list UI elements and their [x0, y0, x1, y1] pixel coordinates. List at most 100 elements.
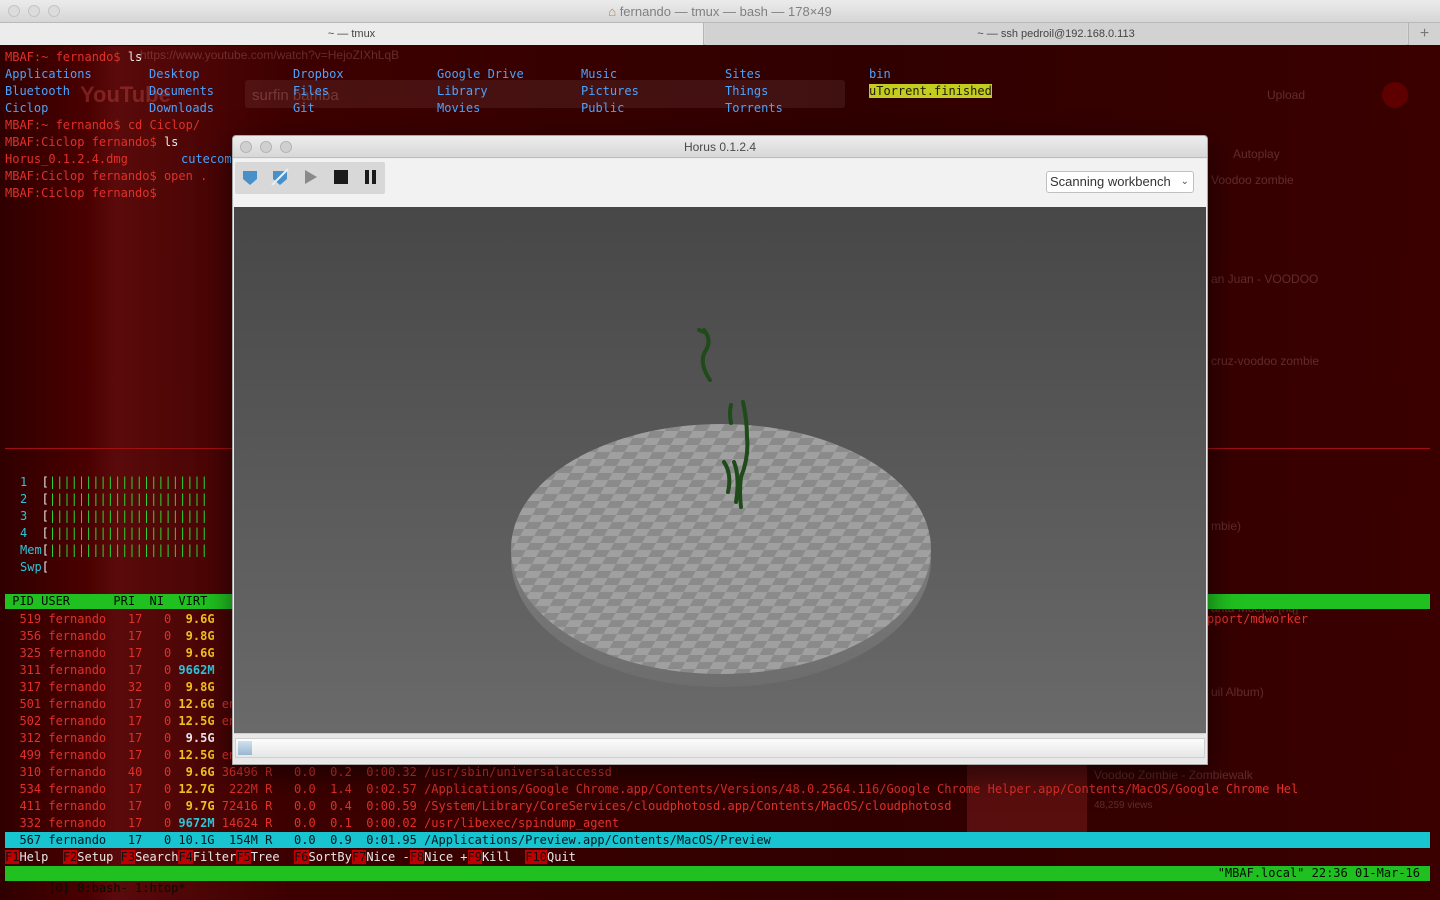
pause-icon — [365, 170, 376, 184]
workbench-value: Scanning workbench — [1050, 174, 1171, 189]
cpu-meter-4: 4 [|||||||||||||||||||||| — [20, 526, 208, 540]
ls-col-5: Music Pictures Public — [581, 67, 639, 115]
fkey-label: Kill — [481, 850, 526, 864]
shell-prompt: MBAF:~ fernando$ — [5, 50, 128, 64]
progress-bar — [235, 738, 1205, 758]
scene-viewport[interactable] — [234, 207, 1206, 733]
ls-col-1: Applications Bluetooth Ciclop — [5, 67, 92, 115]
horus-close-button[interactable] — [240, 141, 252, 153]
ghost-side-3: cruz-voodoo zombie — [1211, 354, 1320, 368]
zoom-button[interactable] — [48, 5, 60, 17]
shell-cmd: ls — [127, 50, 143, 64]
process-row[interactable]: 311 fernando 17 0 9662M — [5, 662, 222, 679]
connect-button[interactable] — [235, 163, 265, 191]
ls-col-2: Desktop Documents Downloads — [149, 67, 215, 115]
horus-minimize-button[interactable] — [260, 141, 272, 153]
ghost-side-1: Voodoo zombie — [1211, 173, 1294, 187]
fkey-f1[interactable]: F1 — [5, 850, 20, 864]
ghost-autoplay: Autoplay — [1233, 147, 1280, 161]
horus-title: Horus 0.1.2.4 — [683, 140, 757, 154]
ls-col-3: Dropbox Files Git — [293, 67, 344, 115]
process-row[interactable]: 317 fernando 32 0 9.8G — [5, 679, 222, 696]
shell-prompt: MBAF:Ciclop fernando$ — [5, 135, 164, 149]
process-cmd-fragment: pport/mdworker — [1207, 612, 1309, 626]
shell-cmd: ls — [163, 135, 179, 149]
terminal-titlebar: ⌂ fernando — tmux — bash — 178×49 — [0, 0, 1440, 23]
pause-button[interactable] — [355, 163, 385, 191]
swap-meter: Swp[ — [20, 560, 49, 574]
stop-button[interactable] — [325, 163, 355, 191]
play-button[interactable] — [295, 163, 325, 191]
process-row[interactable]: 356 fernando 17 0 9.8G — [5, 628, 222, 645]
fkey-label: Help — [19, 850, 63, 864]
ghost-upload: Upload — [1267, 88, 1306, 102]
process-row[interactable]: 519 fernando 17 0 9.6G — [5, 611, 222, 628]
shell-cmd: open . — [163, 169, 208, 183]
fkey-f9[interactable]: F9 — [467, 850, 482, 864]
play-icon — [305, 170, 317, 184]
disconnect-button[interactable] — [265, 163, 295, 191]
fkey-label: Search — [135, 850, 179, 864]
workbench-select[interactable]: Scanning workbench ⌄ — [1046, 171, 1194, 193]
fkey-label: Nice + — [424, 850, 468, 864]
disconnect-icon — [271, 168, 289, 186]
fkey-f8[interactable]: F8 — [409, 850, 425, 864]
fkey-f4[interactable]: F4 — [178, 850, 193, 864]
fkey-label: Setup — [77, 850, 121, 864]
fkey-f2[interactable]: F2 — [62, 850, 78, 864]
horus-zoom-button[interactable] — [280, 141, 292, 153]
ghost-side-6: uil Album) — [1211, 685, 1264, 699]
fkey-label: Nice - — [366, 850, 410, 864]
ls-ciclop-dir: cutecom — [181, 152, 232, 166]
ghost-side-2: an Juan - VOODOO — [1211, 272, 1319, 286]
cpu-meter-2: 2 [|||||||||||||||||||||| — [20, 492, 208, 506]
process-row[interactable]: 310 fernando 40 0 9.6G 36496 R 0.0 0.2 0… — [5, 764, 611, 781]
shell-prompt: MBAF:Ciclop fernando$ — [5, 186, 164, 200]
stop-icon — [334, 170, 348, 184]
cpu-meter-3: 3 [|||||||||||||||||||||| — [20, 509, 208, 523]
platform-surface — [511, 424, 931, 674]
fkey-label: Quit — [547, 850, 576, 864]
window-title: fernando — tmux — bash — 178×49 — [619, 4, 832, 19]
horus-statusbar — [234, 733, 1206, 763]
home-icon: ⌂ — [608, 4, 617, 19]
chevron-down-icon: ⌄ — [1180, 176, 1189, 187]
fkey-f6[interactable]: F6 — [294, 850, 309, 864]
tab-tmux[interactable]: ~ — tmux — [0, 23, 704, 45]
progress-fill — [238, 741, 252, 755]
tmux-windows[interactable]: [0] 0:bash- 1:htop* — [48, 881, 185, 895]
minimize-button[interactable] — [28, 5, 40, 17]
fkey-label: SortBy — [308, 850, 352, 864]
fkey-label: Tree — [250, 850, 295, 864]
process-row[interactable]: 325 fernando 17 0 9.6G — [5, 645, 222, 662]
horus-window: Horus 0.1.2.4 Scanning workbench ⌄ — [232, 135, 1208, 765]
new-tab-button[interactable]: + — [1408, 23, 1440, 45]
process-row[interactable]: 312 fernando 17 0 9.5G — [5, 730, 222, 747]
cpu-meter-1: 1 [|||||||||||||||||||||| — [20, 475, 208, 489]
fkey-f7[interactable]: F7 — [351, 850, 367, 864]
fkey-f10[interactable]: F10 — [525, 850, 547, 864]
process-row[interactable]: 534 fernando 17 0 12.7G 222M R 0.0 1.4 0… — [5, 781, 1298, 798]
process-row-selected[interactable]: 567 fernando 17 0 10.1G 154M R 0.0 0.9 0… — [5, 832, 1430, 848]
connect-icon — [243, 171, 257, 185]
htop-function-keys: F1Help F2Setup F3SearchF4FilterF5Tree F6… — [5, 849, 576, 865]
ghost-bottom-2: 48,259 views — [1094, 800, 1153, 811]
tmux-host-clock: "MBAF.local" 22:36 01-Mar-16 — [1217, 866, 1420, 880]
ls-col-7: bin uTorrent.finished — [869, 67, 992, 98]
ls-col-4: Google Drive Library Movies — [437, 67, 524, 115]
mem-meter: Mem[|||||||||||||||||||||| — [20, 543, 208, 557]
ls-ciclop-file: Horus_0.1.2.4.dmg — [5, 152, 128, 166]
close-button[interactable] — [8, 5, 20, 17]
horus-toolbar: Scanning workbench ⌄ — [233, 159, 1207, 207]
ghost-side-4: mbie) — [1211, 519, 1242, 533]
ghost-url: https://www.youtube.com/watch?v=HejoZIXh… — [140, 48, 400, 62]
scan-scene — [511, 328, 931, 687]
shell-cmd: cd Ciclop/ — [127, 118, 201, 132]
fkey-f3[interactable]: F3 — [120, 850, 136, 864]
fkey-label: Filter — [192, 850, 237, 864]
shell-prompt: MBAF:~ fernando$ — [5, 118, 128, 132]
process-row[interactable]: 332 fernando 17 0 9672M 14624 R 0.0 0.1 … — [5, 815, 619, 832]
process-row[interactable]: 411 fernando 17 0 9.7G 72416 R 0.0 0.4 0… — [5, 798, 951, 815]
fkey-f5[interactable]: F5 — [236, 850, 251, 864]
tab-ssh[interactable]: ~ — ssh pedroil@192.168.0.113 — [705, 23, 1407, 45]
